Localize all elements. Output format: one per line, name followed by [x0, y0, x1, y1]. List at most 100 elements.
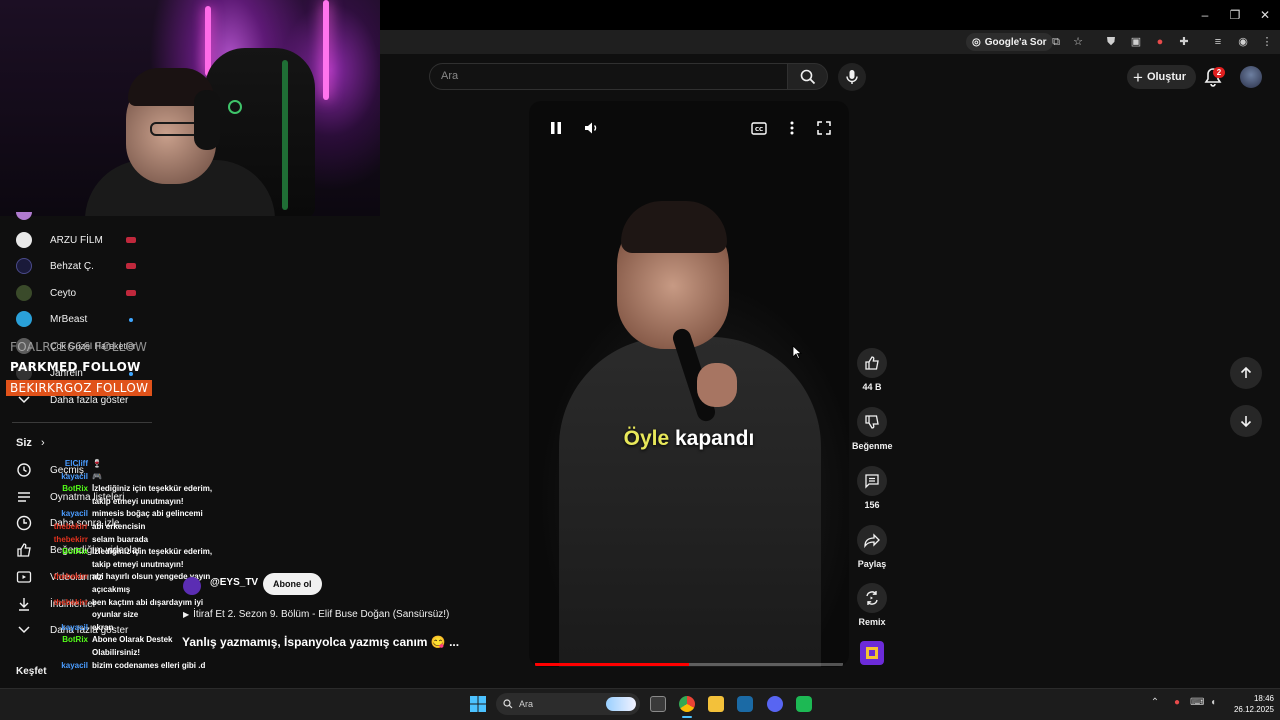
- caption-highlight: Öyle: [623, 427, 670, 450]
- arrow-up-icon: [1240, 366, 1252, 378]
- razer-logo-icon: [228, 100, 242, 114]
- channel-name[interactable]: @EYS_TV: [210, 577, 258, 588]
- media-controls-icon[interactable]: ≡: [1210, 34, 1226, 50]
- comment-icon: [865, 474, 879, 489]
- pause-button[interactable]: [548, 120, 564, 136]
- chat-message: thebekirr selam buarada: [48, 534, 228, 547]
- chat-text: açıcakmış: [92, 584, 131, 594]
- microphone-tray-icon[interactable]: ●: [1171, 697, 1183, 709]
- comments-button[interactable]: 156: [852, 466, 892, 510]
- chat-message: BotRix İzlediğiniz için teşekkür ederim,: [48, 483, 228, 496]
- sidebar-subscription-mrbeast[interactable]: MrBeast: [16, 309, 146, 329]
- extension-icon[interactable]: ▣: [1128, 34, 1144, 50]
- google-sor-button[interactable]: ◎ Google'a Sor: [966, 33, 1053, 51]
- chat-username: [48, 496, 92, 509]
- record-extension-icon[interactable]: ●: [1152, 34, 1168, 50]
- chat-text: abi erkencisin: [92, 521, 146, 531]
- speaker-icon[interactable]: ◖: [1207, 697, 1219, 709]
- extensions-puzzle-icon[interactable]: ✚: [1176, 34, 1192, 50]
- cast-icon[interactable]: ⧉: [1048, 34, 1064, 50]
- chevron-down-icon: [16, 622, 32, 638]
- neon-light: [323, 0, 329, 100]
- subscribe-button[interactable]: Abone ol: [263, 573, 322, 595]
- network-icon[interactable]: ⌨: [1190, 697, 1204, 709]
- tray-chevron-up-icon[interactable]: ⌃: [1149, 697, 1161, 709]
- subscription-name: Ceyto: [50, 287, 77, 299]
- video-person-hand: [697, 363, 737, 407]
- account-avatar[interactable]: [1240, 66, 1262, 88]
- chat-message: takip etmeyi unutmayın!: [48, 496, 228, 509]
- file-explorer-icon[interactable]: [708, 696, 724, 712]
- like-button[interactable]: 44 B: [852, 348, 892, 392]
- share-button[interactable]: Paylaş: [852, 525, 892, 569]
- shorts-video-player[interactable]: Öyle kapandı CC: [529, 101, 849, 667]
- profile-icon[interactable]: ◉: [1235, 34, 1251, 50]
- volume-button[interactable]: [584, 120, 600, 136]
- voice-search-button[interactable]: [838, 63, 866, 91]
- browser-toolbar: [380, 30, 1280, 54]
- clock-time: 18:46: [1253, 694, 1274, 703]
- captions-button[interactable]: CC: [751, 120, 767, 136]
- discord-icon[interactable]: [767, 696, 783, 712]
- dislike-button[interactable]: Beğenme: [852, 407, 893, 451]
- chat-username: thebekirr: [53, 572, 88, 582]
- shield-extension-icon[interactable]: ⛊: [1103, 34, 1119, 50]
- search-icon: [800, 69, 815, 84]
- subscription-name: MrBeast: [50, 313, 88, 325]
- remix-button[interactable]: Remix: [852, 583, 892, 627]
- short-description[interactable]: Yanlış yazmamış, İspanyolca yazmış canım…: [182, 635, 459, 649]
- steam-icon[interactable]: [737, 696, 753, 712]
- channel-avatar[interactable]: [183, 577, 201, 595]
- create-button[interactable]: + Oluştur: [1127, 65, 1197, 89]
- subscription-name: Behzat Ç.: [50, 260, 94, 272]
- headset: [194, 90, 220, 150]
- search-button[interactable]: [787, 63, 828, 90]
- subscription-avatar-partial: [16, 212, 32, 220]
- chat-message: ElCliff 🍷: [48, 458, 228, 471]
- sidebar-you-section[interactable]: Siz ›: [16, 437, 45, 449]
- chrome-icon[interactable]: [679, 696, 695, 712]
- follower-alert: PARKMED FOLLOW: [10, 360, 141, 374]
- play-triangle-icon: ▶: [183, 610, 190, 619]
- video-icon: [16, 569, 32, 585]
- next-short-button[interactable]: [1230, 405, 1262, 437]
- chevron-right-icon: ›: [40, 437, 45, 449]
- chat-username: [48, 609, 92, 622]
- fullscreen-icon: [817, 121, 831, 135]
- progress-bar[interactable]: [535, 663, 843, 666]
- playlist-icon: [16, 489, 32, 505]
- google-sor-label: Google'a Sor: [984, 36, 1047, 48]
- chat-username: [48, 559, 92, 572]
- comment-count: 156: [864, 500, 880, 510]
- app-icon[interactable]: [796, 696, 812, 712]
- search-input[interactable]: Ara: [429, 63, 787, 90]
- bookmark-star-icon[interactable]: ☆: [1070, 34, 1086, 50]
- minimize-icon[interactable]: –: [1198, 8, 1212, 22]
- playlist-link[interactable]: ▶ İtiraf Et 2. Sezon 9. Bölüm - Elif Buse…: [183, 609, 449, 620]
- subscription-name: ARZU FİLM: [50, 234, 103, 246]
- task-view-icon[interactable]: [650, 696, 666, 712]
- browser-menu-icon[interactable]: ⋮: [1259, 34, 1275, 50]
- caption-rest: kapandı: [669, 427, 755, 450]
- close-icon[interactable]: ✕: [1258, 8, 1272, 22]
- chat-message: kayacil mimesis boğaç abi gelincemi: [48, 508, 228, 521]
- windows-start-icon[interactable]: [470, 696, 486, 712]
- chat-message: takip etmeyi unutmayın!: [48, 559, 228, 572]
- chat-text: Abone Olarak Destek: [92, 635, 173, 645]
- chat-username: kayacil: [61, 622, 88, 632]
- clock-date: 26.12.2025: [1233, 705, 1274, 714]
- previous-short-button[interactable]: [1230, 357, 1262, 389]
- remix-circle: [857, 583, 887, 613]
- chat-username: [48, 584, 92, 597]
- taskbar-clock[interactable]: 18:46 26.12.2025: [1224, 693, 1274, 715]
- fullscreen-button[interactable]: [816, 120, 832, 136]
- more-options-button[interactable]: [784, 120, 800, 136]
- chat-text: bizim codenames elleri gibi .d: [92, 660, 206, 670]
- history-icon: [16, 462, 32, 478]
- chat-username: BotRix: [62, 484, 88, 494]
- sound-thumbnail[interactable]: [860, 641, 884, 665]
- chat-text: 🎮: [92, 471, 102, 481]
- playlist-title: İtiraf Et 2. Sezon 9. Bölüm - Elif Buse …: [193, 609, 450, 620]
- chat-text: İzlediğiniz için teşekkür ederim,: [92, 484, 213, 494]
- restore-icon[interactable]: ❐: [1228, 8, 1242, 22]
